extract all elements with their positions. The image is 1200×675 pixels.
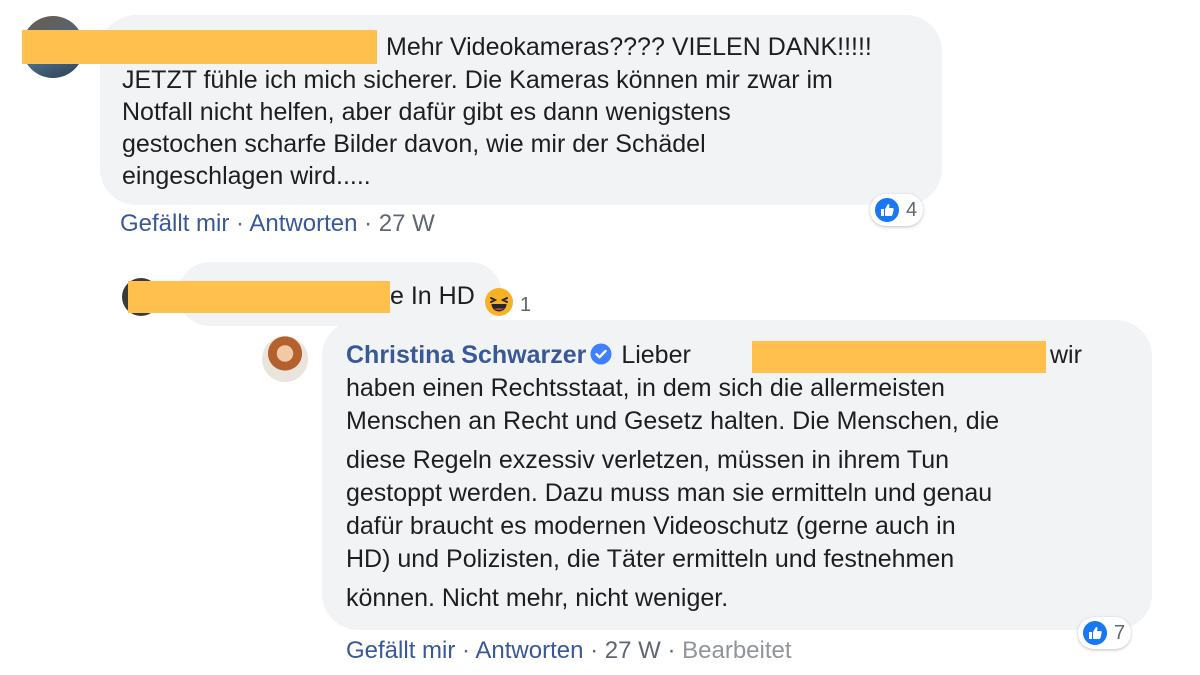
like-link[interactable]: Gefällt mir: [120, 210, 229, 237]
like-link[interactable]: Gefällt mir: [346, 637, 455, 664]
comment-3-line-7: HD) und Polizisten, die Täter ermitteln …: [346, 545, 955, 573]
comment-1-line-5: eingeschlagen wird.....: [122, 162, 371, 190]
separator: ·: [462, 637, 471, 664]
comment-3-reaction-count: 7: [1114, 621, 1126, 644]
comment-3-line-2: haben einen Rechtsstaat, in dem sich die…: [346, 374, 945, 402]
separator: ·: [364, 210, 373, 237]
reply-link[interactable]: Antworten: [249, 210, 357, 237]
comment-3-line-8: können. Nicht mehr, nicht weniger.: [346, 584, 729, 612]
comment-3-line-1: Christina Schwarzer Lieber: [346, 339, 691, 374]
author-name[interactable]: Christina Schwarzer: [346, 341, 586, 369]
comment-3-salutation: Lieber: [621, 341, 691, 369]
christina-schwarzer-avatar[interactable]: [262, 336, 308, 382]
reply-link[interactable]: Antworten: [475, 637, 583, 664]
comment-3-line-3: Menschen an Recht und Gesetz halten. Die…: [346, 407, 1000, 435]
separator: ·: [590, 637, 599, 664]
comment-2-reaction-count: 1: [520, 293, 532, 316]
comment-1-actions: Gefällt mir · Antworten · 27 W: [120, 210, 435, 238]
redacted-name-3: [752, 341, 1046, 373]
comment-3-line-5: gestoppt werden. Dazu muss man sie ermit…: [346, 479, 993, 507]
timestamp[interactable]: 27 W: [379, 210, 435, 237]
comment-3-reactions[interactable]: 7: [1078, 617, 1132, 649]
redacted-name-2: [128, 281, 390, 313]
separator: ·: [667, 637, 676, 664]
redacted-name-1: [22, 30, 377, 64]
timestamp[interactable]: 27 W: [605, 637, 661, 664]
haha-icon: [484, 287, 514, 323]
comment-1-line-2: JETZT fühle ich mich sicherer. Die Kamer…: [122, 66, 833, 94]
comment-1-line-4: gestochen scharfe Bilder davon, wie mir …: [122, 130, 706, 158]
comment-3-actions: Gefällt mir · Antworten · 27 W · Bearbei…: [346, 637, 792, 665]
comment-1-line-3: Notfall nicht helfen, aber dafür gibt es…: [122, 98, 731, 126]
edited-label[interactable]: Bearbeitet: [682, 637, 791, 664]
comment-3-line-4: diese Regeln exzessiv verletzen, müssen …: [346, 446, 950, 474]
comment-1-line-1: Mehr Videokameras???? VIELEN DANK!!!!!: [386, 33, 872, 61]
comment-1-reactions[interactable]: 4: [870, 194, 924, 226]
like-icon: [1081, 619, 1109, 647]
comment-1-reaction-count: 4: [906, 198, 918, 221]
verified-badge-icon: [590, 341, 612, 374]
comment-2-text: e In HD: [390, 282, 475, 310]
comment-3-line-1-end: wir: [1050, 341, 1082, 369]
comment-2-reactions[interactable]: 1: [484, 287, 531, 323]
separator: ·: [236, 210, 245, 237]
like-icon: [873, 196, 901, 224]
comment-3-line-6: dafür braucht es modernen Videoschutz (g…: [346, 512, 956, 540]
